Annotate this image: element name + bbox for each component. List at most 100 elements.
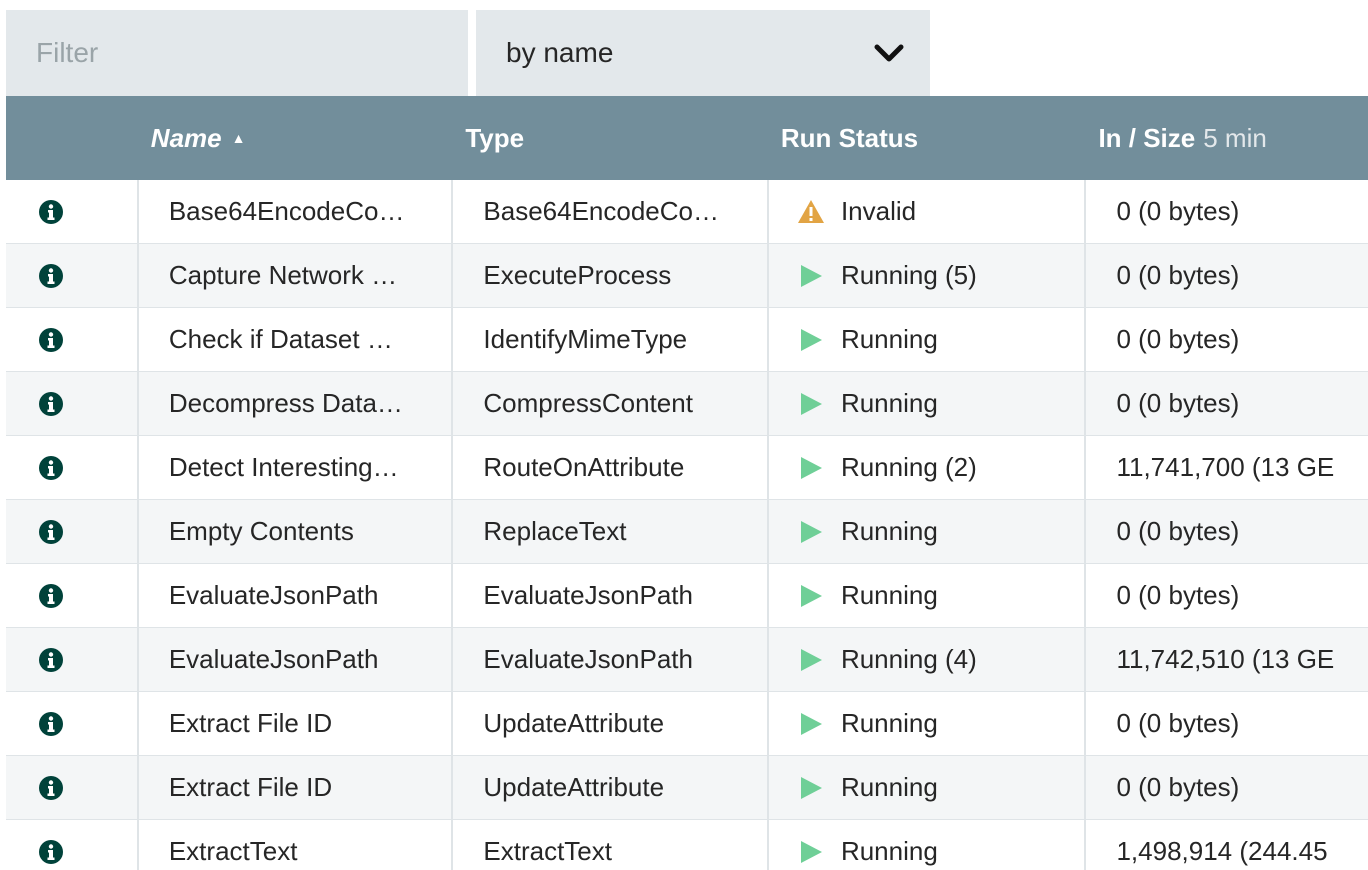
header-in-size-window: 5 min	[1203, 122, 1267, 153]
table-row[interactable]: Check if Dataset … IdentifyMimeType Runnin…	[6, 308, 1368, 372]
run-status-label: Running (2)	[840, 452, 977, 482]
table-row[interactable]: Capture Network … ExecuteProcess Running (…	[6, 244, 1368, 308]
info-cell	[6, 500, 139, 563]
run-status-label: Running	[840, 580, 938, 610]
info-cell	[6, 756, 139, 819]
info-icon[interactable]	[38, 327, 64, 353]
play-icon	[797, 710, 841, 738]
run-status-label: Running	[840, 772, 938, 802]
processor-name: Decompress Data…	[139, 372, 454, 435]
filter-mode-value: by name	[506, 37, 614, 68]
processor-type: IdentifyMimeType	[453, 308, 769, 371]
processor-summary-panel: by name Name ▲ Type Run Status In / Size	[0, 0, 1368, 870]
table-row[interactable]: EvaluateJsonPath EvaluateJsonPath Running …	[6, 628, 1368, 692]
processor-name: Capture Network …	[139, 244, 454, 307]
table-row[interactable]: Empty Contents ReplaceText Running 0 (0 byt…	[6, 500, 1368, 564]
info-icon[interactable]	[38, 583, 64, 609]
chevron-down-icon	[874, 43, 904, 63]
play-icon	[797, 582, 841, 610]
processor-type: ExecuteProcess	[453, 244, 769, 307]
header-in-size[interactable]: In / Size 5 min	[1086, 96, 1368, 180]
run-status: Running (5)	[769, 244, 1087, 307]
info-icon[interactable]	[38, 775, 64, 801]
info-cell	[6, 372, 139, 435]
info-icon[interactable]	[38, 839, 64, 865]
processor-type: EvaluateJsonPath	[453, 628, 769, 691]
table-row[interactable]: ExtractText ExtractText Running 1,498,914 (…	[6, 820, 1368, 870]
processor-name: Check if Dataset …	[139, 308, 454, 371]
info-cell	[6, 564, 139, 627]
run-status-label: Invalid	[840, 196, 917, 226]
processor-type: ExtractText	[453, 820, 769, 870]
info-icon[interactable]	[38, 519, 64, 545]
run-status: Running	[769, 756, 1087, 819]
run-status: Running	[769, 820, 1087, 870]
table-row[interactable]: Extract File ID UpdateAttribute Running 0 (…	[6, 692, 1368, 756]
table-row[interactable]: Detect Interesting… RouteOnAttribute Runni…	[6, 436, 1368, 500]
in-size: 0 (0 bytes)	[1116, 516, 1240, 546]
run-status-label: Running	[840, 388, 938, 418]
info-icon[interactable]	[38, 455, 64, 481]
processor-name: ExtractText	[139, 820, 454, 870]
table-row[interactable]: EvaluateJsonPath EvaluateJsonPath Running 0…	[6, 564, 1368, 628]
info-icon[interactable]	[38, 263, 64, 289]
filter-bar: by name	[6, 10, 930, 96]
in-size: 0 (0 bytes)	[1116, 580, 1240, 610]
run-status: Running	[769, 692, 1087, 755]
header-type[interactable]: Type	[453, 96, 769, 180]
header-name-label: Name	[150, 122, 222, 153]
run-status: Running	[769, 372, 1087, 435]
processor-name: Detect Interesting…	[139, 436, 454, 499]
run-status: Running (4)	[769, 628, 1087, 691]
in-size: 1,498,914 (244.45	[1116, 836, 1328, 866]
info-icon[interactable]	[38, 391, 64, 417]
in-size: 0 (0 bytes)	[1116, 324, 1240, 354]
header-in-size-label: In / Size	[1098, 122, 1196, 153]
play-icon	[797, 454, 841, 482]
processor-table: Name ▲ Type Run Status In / Size 5 min B…	[6, 96, 1368, 870]
in-size: 0 (0 bytes)	[1116, 708, 1240, 738]
in-size: 11,742,510 (13 GE	[1116, 644, 1335, 674]
processor-name: EvaluateJsonPath	[139, 628, 454, 691]
info-cell	[6, 180, 139, 243]
play-icon	[797, 838, 841, 866]
run-status-label: Running (5)	[840, 260, 977, 290]
processor-type: RouteOnAttribute	[453, 436, 769, 499]
table-row[interactable]: Decompress Data… CompressContent Running 0 …	[6, 372, 1368, 436]
run-status-label: Running (4)	[840, 644, 977, 674]
info-cell	[6, 692, 139, 755]
header-name[interactable]: Name ▲	[139, 96, 454, 180]
table-row[interactable]: Extract File ID UpdateAttribute Running 0 (…	[6, 756, 1368, 820]
in-size: 0 (0 bytes)	[1116, 260, 1240, 290]
play-icon	[797, 774, 841, 802]
warning-icon	[797, 198, 841, 226]
run-status-label: Running	[840, 324, 938, 354]
processor-type: UpdateAttribute	[453, 692, 769, 755]
processor-name: Base64EncodeCo…	[139, 180, 454, 243]
run-status-label: Running	[840, 708, 938, 738]
info-icon[interactable]	[38, 199, 64, 225]
processor-name: EvaluateJsonPath	[139, 564, 454, 627]
processor-type: Base64EncodeCo…	[453, 180, 769, 243]
info-icon[interactable]	[38, 647, 64, 673]
header-run-status[interactable]: Run Status	[769, 96, 1087, 180]
header-run-status-label: Run Status	[780, 122, 919, 153]
run-status-label: Running	[840, 836, 938, 866]
header-type-label: Type	[465, 122, 525, 153]
run-status: Running (2)	[769, 436, 1087, 499]
info-cell	[6, 244, 139, 307]
run-status: Running	[769, 500, 1087, 563]
filter-mode-select[interactable]: by name	[476, 10, 930, 96]
filter-input[interactable]	[6, 10, 468, 96]
play-icon	[797, 262, 841, 290]
table-row[interactable]: Base64EncodeCo… Base64EncodeCo… Invalid 0 (…	[6, 180, 1368, 244]
info-icon[interactable]	[38, 711, 64, 737]
info-cell	[6, 628, 139, 691]
processor-type: UpdateAttribute	[453, 756, 769, 819]
processor-type: CompressContent	[453, 372, 769, 435]
header-info	[6, 96, 139, 180]
processor-name: Extract File ID	[139, 692, 454, 755]
sort-ascending-icon: ▲	[231, 130, 246, 146]
play-icon	[797, 646, 841, 674]
play-icon	[797, 390, 841, 418]
